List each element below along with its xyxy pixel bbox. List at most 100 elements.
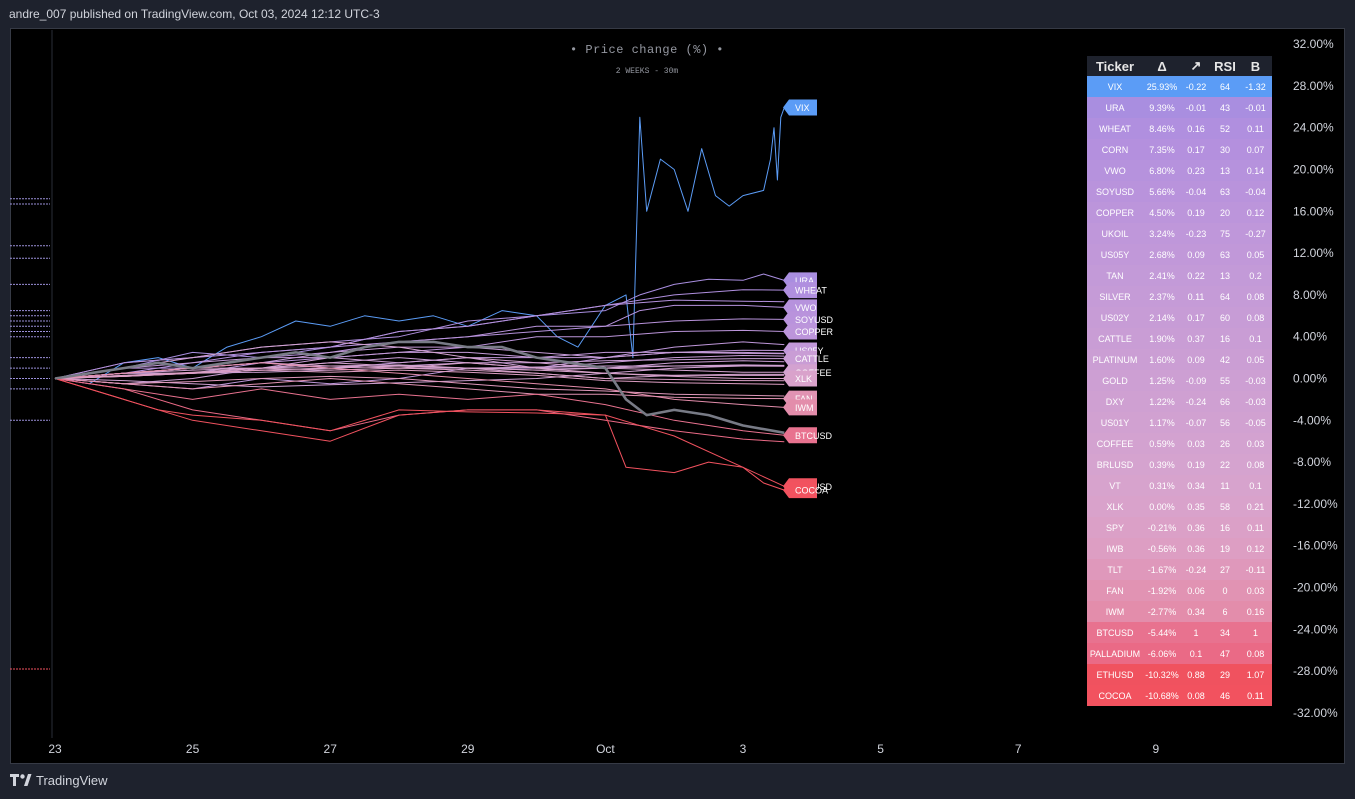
cell-delta: 1.17% [1149,417,1175,428]
stats-table: Ticker Δ ↗ RSI B VIX 25.93% -0.22 64 -1.32 UR… [1087,56,1272,706]
cell-rsi: 29 [1219,669,1230,680]
cell-rsi: 13 [1219,165,1230,176]
cell-rsi: 13 [1219,270,1230,281]
cell-slope: -0.24 [1185,564,1207,575]
cell-rsi: 34 [1219,627,1230,638]
cell-rsi: 26 [1219,438,1230,449]
end-label-text: BTCUSD [795,431,833,441]
tradingview-logo-icon [10,773,32,786]
chart-subtitle: 2 WEEKS - 30m [616,67,679,76]
cell-ticker: CATTLE [1098,333,1132,344]
header-rsi: RSI [1211,56,1239,76]
table-row: VIX 25.93% -0.22 64 -1.32 [1087,76,1272,97]
cell-rsi: 46 [1219,690,1230,701]
cell-beta: 1.07 [1246,669,1265,680]
x-tick-label: 25 [186,742,200,756]
cell-rsi: 63 [1219,249,1230,260]
cell-delta: 0.39% [1149,459,1175,470]
cell-slope: 1 [1193,627,1199,638]
table-row: SILVER 2.37% 0.11 64 0.08 [1087,286,1272,307]
cell-delta: 25.93% [1146,81,1178,92]
cell-delta: 2.14% [1149,312,1175,323]
cell-delta: 1.60% [1149,354,1175,365]
cell-slope: 0.09 [1187,249,1205,260]
cell-delta: 0.00% [1149,501,1175,512]
cell-slope: 0.1 [1189,648,1203,659]
cell-delta: 6.80% [1149,165,1175,176]
cell-delta: 0.59% [1149,438,1175,449]
cell-rsi: 30 [1219,144,1230,155]
x-tick-label: 29 [461,742,475,756]
cell-slope: -0.23 [1185,228,1207,239]
end-label: VIX [783,99,817,116]
table-row: US05Y 2.68% 0.09 63 0.05 [1087,244,1272,265]
cell-ticker: COPPER [1095,207,1134,218]
cell-slope: -0.01 [1185,102,1207,113]
table-row: SOYUSD 5.66% -0.04 63 -0.04 [1087,181,1272,202]
cell-ticker: URA [1105,102,1125,113]
cell-slope: 0.17 [1187,144,1205,155]
cell-delta: -1.67% [1147,564,1177,575]
y-tick-label: -32.00% [1293,706,1338,720]
y-tick-label: 28.00% [1293,79,1334,93]
x-tick-label: Oct [596,742,615,756]
cell-beta: 0.03 [1246,438,1265,449]
cell-rsi: 20 [1219,207,1230,218]
table-row: FAN -1.92% 0.06 0 0.03 [1087,580,1272,601]
cell-rsi: 16 [1219,333,1230,344]
tradingview-logo[interactable]: TradingView [10,773,108,788]
cell-ticker: WHEAT [1099,123,1131,134]
table-row: UKOIL 3.24% -0.23 75 -0.27 [1087,223,1272,244]
cell-delta: 5.66% [1149,186,1175,197]
cell-beta: 0.21 [1246,501,1265,512]
cell-ticker: PLATINUM [1092,354,1138,365]
y-tick-label: -24.00% [1293,622,1338,636]
table-row: WHEAT 8.46% 0.16 52 0.11 [1087,118,1272,139]
cell-rsi: 43 [1219,102,1230,113]
cell-ticker: IWB [1106,543,1124,554]
cell-delta: 0.31% [1149,480,1175,491]
cell-beta: 0.08 [1246,459,1265,470]
cell-beta: -0.11 [1245,564,1266,575]
cell-delta: 9.39% [1149,102,1175,113]
table-row: CATTLE 1.90% 0.37 16 0.1 [1087,328,1272,349]
cell-ticker: BTCUSD [1096,627,1134,638]
cell-beta: 1 [1252,627,1258,638]
table-row: PLATINUM 1.60% 0.09 42 0.05 [1087,349,1272,370]
x-tick-label: 7 [1015,742,1022,756]
cell-ticker: BRLUSD [1096,459,1134,470]
header-ticker: Ticker [1087,56,1143,76]
tradingview-brand: TradingView [36,773,108,788]
cell-rsi: 55 [1219,375,1230,386]
cell-ticker: SOYUSD [1095,186,1134,197]
cell-ticker: SPY [1105,522,1124,533]
cell-slope: 0.36 [1187,543,1205,554]
y-tick-label: 24.00% [1293,121,1334,135]
cell-ticker: IWM [1105,606,1125,617]
cell-beta: 0.16 [1246,606,1265,617]
cell-beta: 0.07 [1246,144,1265,155]
cell-delta: 1.22% [1149,396,1175,407]
cell-delta: 1.90% [1149,333,1175,344]
cell-rsi: 11 [1220,480,1230,491]
table-row: US01Y 1.17% -0.07 56 -0.05 [1087,412,1272,433]
end-label-text: WHEAT [795,286,827,296]
cell-rsi: 16 [1219,522,1230,533]
cell-ticker: VIX [1107,81,1123,92]
cell-beta: -0.03 [1245,375,1266,386]
table-row: COCOA -10.68% 0.08 46 0.11 [1087,685,1272,706]
header-slope: ↗ [1181,56,1211,76]
cell-ticker: TAN [1106,270,1124,281]
cell-slope: -0.22 [1185,81,1207,92]
cell-delta: 3.24% [1149,228,1175,239]
end-label: COPPER [783,323,834,340]
cell-slope: -0.07 [1185,417,1207,428]
cell-ticker: COFFEE [1096,438,1134,449]
cell-beta: 0.08 [1246,291,1265,302]
table-row: TLT -1.67% -0.24 27 -0.11 [1087,559,1272,580]
end-label-text: CATTLE [795,354,829,364]
cell-ticker: FAN [1106,585,1124,596]
cell-slope: 0.35 [1187,501,1205,512]
end-label: XLK [783,370,817,387]
table-row: IWB -0.56% 0.36 19 0.12 [1087,538,1272,559]
